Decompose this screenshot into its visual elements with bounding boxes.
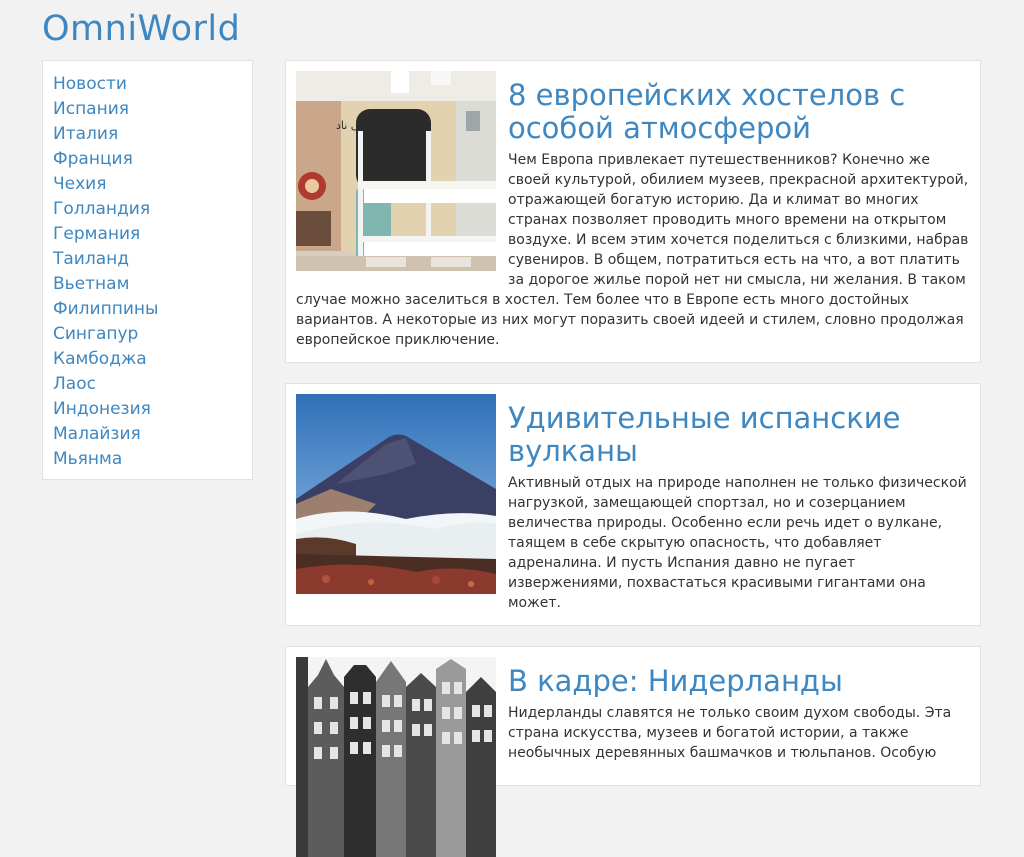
article-image-volcano[interactable] [296, 394, 496, 594]
volcano-image [296, 394, 496, 594]
sidebar-item-france[interactable]: Франция [53, 147, 252, 172]
article-image-hostel[interactable]: بيانى ناد [296, 71, 496, 271]
sidebar-item-italy[interactable]: Италия [53, 122, 252, 147]
sidebar-item-thailand[interactable]: Таиланд [53, 247, 252, 272]
category-list: Новости Испания Италия Франция Чехия Гол… [53, 72, 252, 472]
sidebar-item-netherlands[interactable]: Голландия [53, 197, 252, 222]
sidebar-item-singapore[interactable]: Сингапур [53, 322, 252, 347]
article-card: بيانى ناد 8 европейских хостелов с особо… [285, 60, 981, 363]
article-card: Удивительные испанские вулканы Активный … [285, 383, 981, 626]
sidebar-item-myanmar[interactable]: Мьянма [53, 447, 252, 472]
sidebar-item-vietnam[interactable]: Вьетнам [53, 272, 252, 297]
sidebar-item-czechia[interactable]: Чехия [53, 172, 252, 197]
sidebar-item-germany[interactable]: Германия [53, 222, 252, 247]
sidebar-item-cambodia[interactable]: Камбоджа [53, 347, 252, 372]
canal-houses-image [296, 657, 496, 857]
site-logo-title[interactable]: OmniWorld [42, 8, 240, 50]
article-card: В кадре: Нидерланды Нидерланды славятся … [285, 646, 981, 857]
sidebar-nav: Новости Испания Италия Франция Чехия Гол… [42, 60, 253, 480]
sidebar-item-laos[interactable]: Лаос [53, 372, 252, 397]
sidebar-item-spain[interactable]: Испания [53, 97, 252, 122]
sidebar-item-indonesia[interactable]: Индонезия [53, 397, 252, 422]
article-image-netherlands[interactable] [296, 657, 496, 857]
hostel-room-image: بيانى ناد [296, 71, 496, 271]
sidebar-item-news[interactable]: Новости [53, 72, 252, 97]
sidebar-item-malaysia[interactable]: Малайзия [53, 422, 252, 447]
hostel-wall-sign: بيانى ناد [336, 119, 373, 132]
sidebar-item-philippines[interactable]: Филиппины [53, 297, 252, 322]
